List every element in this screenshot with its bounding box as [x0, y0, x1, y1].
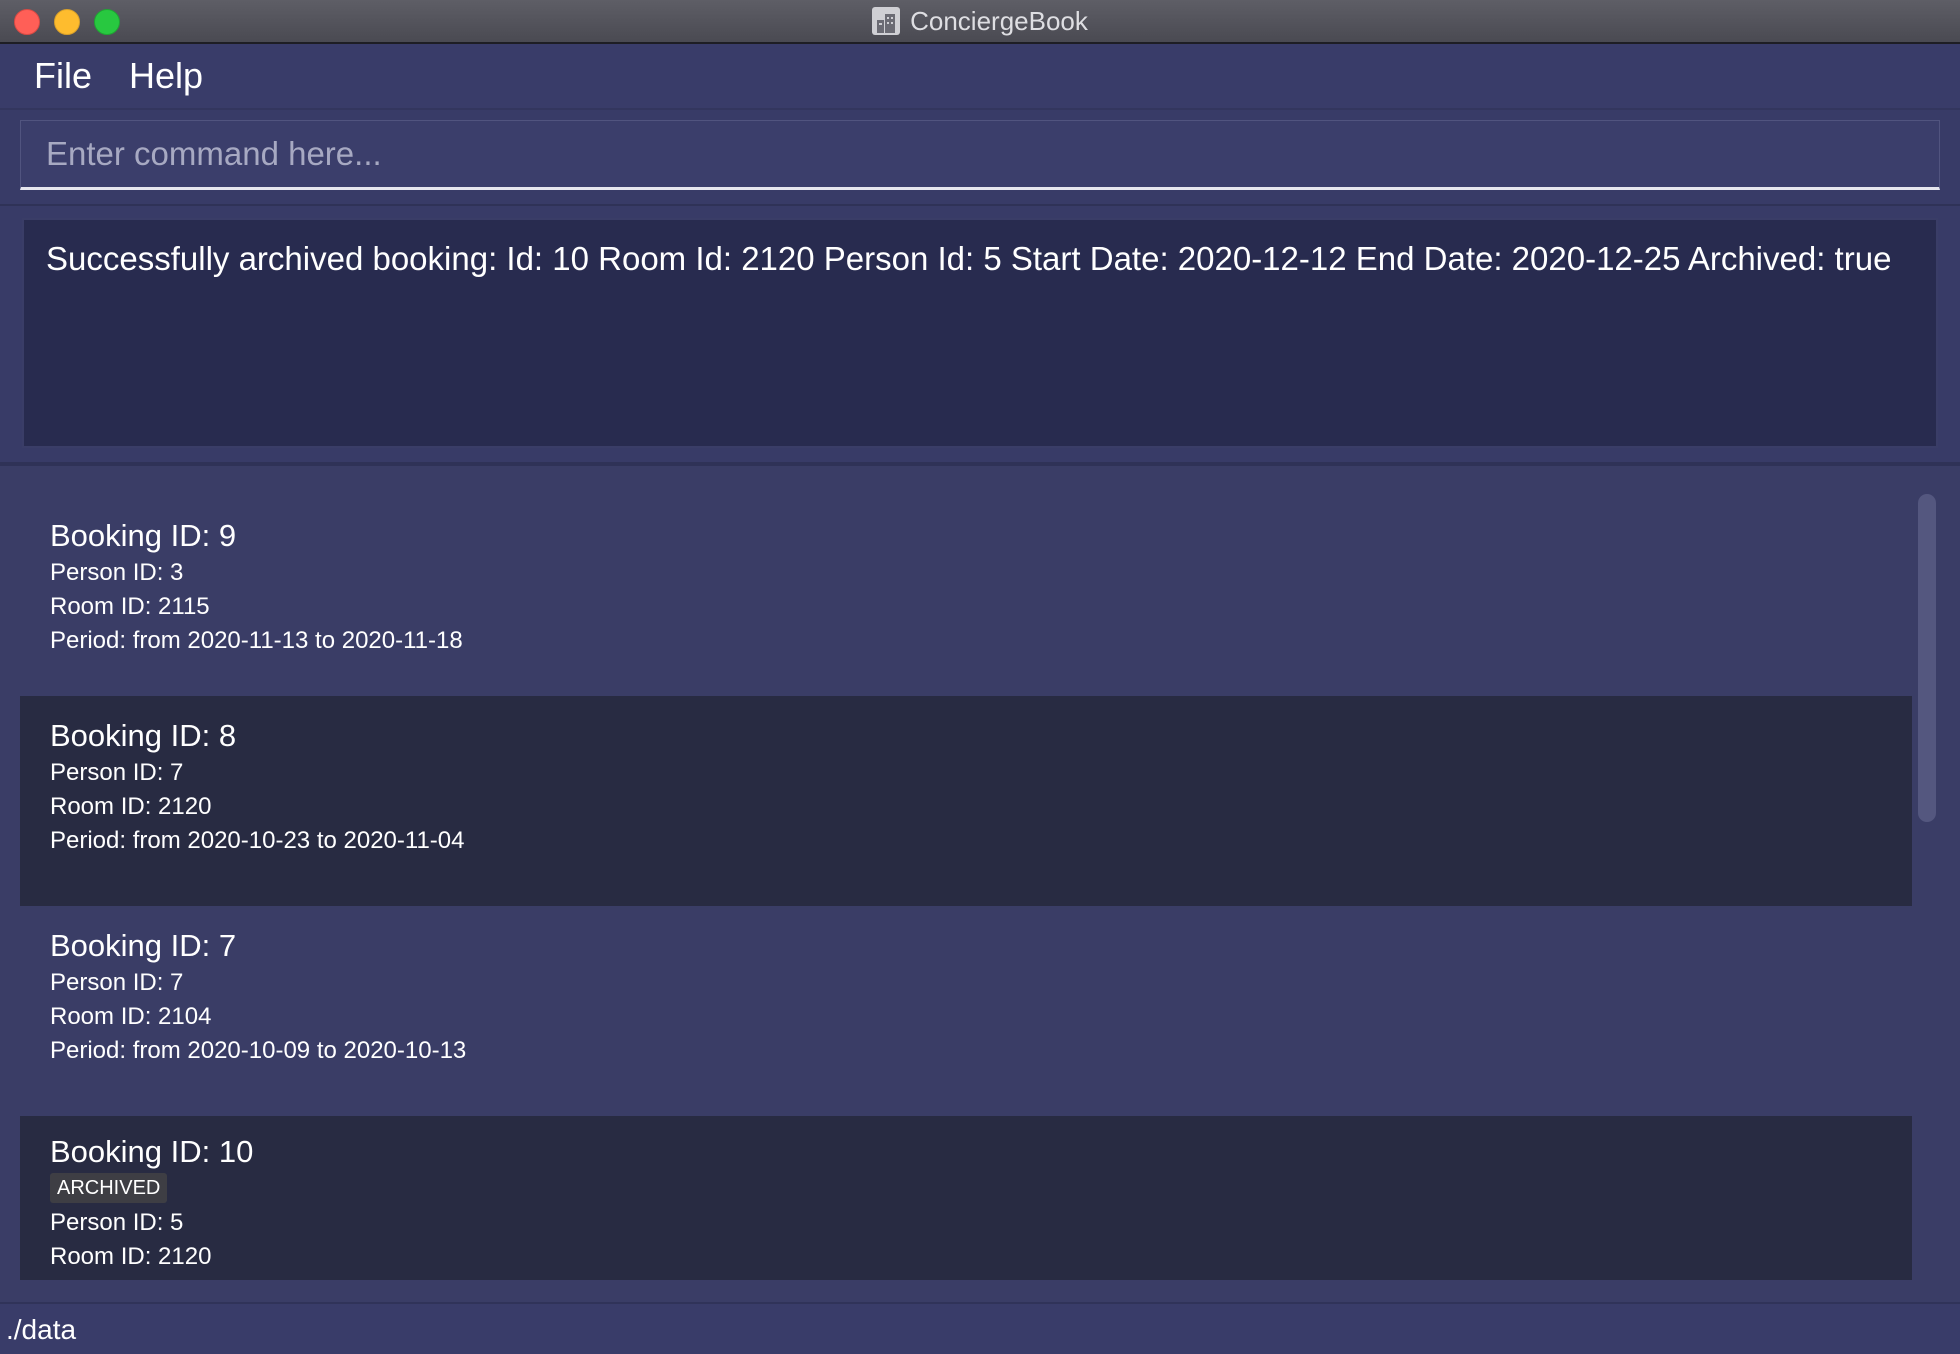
room-id: Room ID: 2120 — [50, 1243, 212, 1270]
result-display-container: Successfully archived booking: Id: 10 Ro… — [0, 206, 1960, 466]
title-group: ConciergeBook — [0, 0, 1960, 42]
person-id: Person ID: 7 — [50, 759, 184, 786]
booking-card[interactable]: Booking ID: 9 Person ID: 3 Room ID: 2115… — [20, 466, 1912, 676]
booking-list[interactable]: Booking ID: 9 Person ID: 3 Room ID: 2115… — [0, 466, 1960, 1302]
title-bar[interactable]: ConciergeBook — [0, 0, 1960, 44]
data-path: ./data — [6, 1314, 77, 1345]
menu-bar: File Help — [0, 44, 1960, 110]
app-window: ConciergeBook File Help Successfully arc… — [0, 0, 1960, 1354]
result-display[interactable]: Successfully archived booking: Id: 10 Ro… — [22, 218, 1938, 448]
archived-badge: ARCHIVED — [50, 1173, 168, 1203]
booking-id: Booking ID: 9 — [50, 518, 237, 553]
status-bar: ./data — [0, 1302, 1960, 1354]
booking-period: Period: from 2020-10-09 to 2020-10-13 — [50, 1037, 467, 1064]
booking-id: Booking ID: 8 — [50, 718, 237, 753]
room-id: Room ID: 2120 — [50, 793, 212, 820]
person-id: Person ID: 3 — [50, 559, 184, 586]
person-id: Person ID: 5 — [50, 1209, 184, 1236]
booking-period: Period: from 2020-10-23 to 2020-11-04 — [50, 827, 465, 854]
person-id: Person ID: 7 — [50, 969, 184, 996]
booking-card[interactable]: Booking ID: 10 ARCHIVED Person ID: 5 Roo… — [20, 1116, 1912, 1280]
booking-card[interactable]: Booking ID: 8 Person ID: 7 Room ID: 2120… — [20, 696, 1912, 906]
window-title: ConciergeBook — [910, 5, 1088, 36]
command-input[interactable] — [20, 120, 1940, 190]
room-id: Room ID: 2115 — [50, 593, 210, 620]
room-id: Room ID: 2104 — [50, 1003, 212, 1030]
help-menu[interactable]: Help — [129, 52, 203, 100]
list-scrollbar[interactable] — [1918, 494, 1936, 822]
command-box-container — [0, 110, 1960, 206]
building-icon — [872, 7, 901, 35]
booking-card[interactable]: Booking ID: 7 Person ID: 7 Room ID: 2104… — [20, 906, 1912, 1116]
booking-period: Period: from 2020-11-13 to 2020-11-18 — [50, 627, 463, 654]
file-menu[interactable]: File — [34, 52, 92, 100]
booking-id: Booking ID: 10 — [50, 1134, 254, 1169]
booking-id: Booking ID: 7 — [50, 928, 237, 963]
